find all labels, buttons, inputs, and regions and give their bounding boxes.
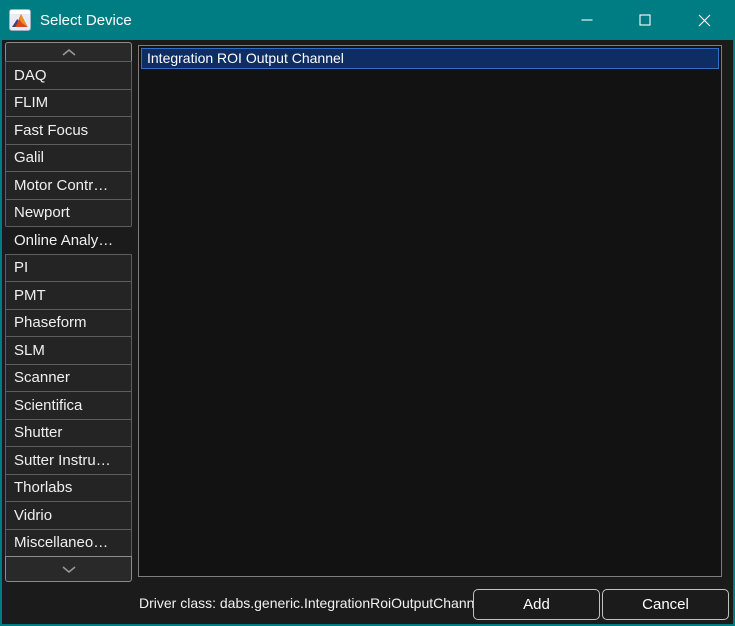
add-button[interactable]: Add (473, 589, 600, 620)
window-controls (558, 0, 733, 40)
tab-scientifica[interactable]: Scientifica (5, 391, 132, 420)
tab-daq[interactable]: DAQ (5, 61, 132, 90)
select-device-window: Select Device DAQ FLIM Fast Focus Galil … (0, 0, 735, 626)
tab-motor-controller[interactable]: Motor Contr… (5, 171, 132, 200)
maximize-icon (639, 14, 651, 26)
tab-pmt[interactable]: PMT (5, 281, 132, 310)
scroll-up-button[interactable] (5, 42, 132, 62)
maximize-button[interactable] (616, 0, 674, 40)
chevron-up-icon (62, 48, 75, 56)
tab-galil[interactable]: Galil (5, 143, 132, 172)
tab-online-analysis[interactable]: Online Analy… (5, 226, 132, 255)
category-tab-group: DAQ FLIM Fast Focus Galil Motor Contr… N… (5, 42, 132, 582)
minimize-icon (581, 19, 593, 21)
tab-fast-focus[interactable]: Fast Focus (5, 116, 132, 145)
tab-scanner[interactable]: Scanner (5, 363, 132, 392)
device-listbox[interactable]: Integration ROI Output Channel (138, 45, 722, 577)
close-button[interactable] (674, 0, 733, 40)
scroll-down-button[interactable] (5, 556, 132, 582)
tab-newport[interactable]: Newport (5, 198, 132, 227)
tab-miscellaneous[interactable]: Miscellaneo… (5, 528, 132, 557)
tab-phaseform[interactable]: Phaseform (5, 308, 132, 337)
titlebar: Select Device (2, 0, 733, 40)
matlab-logo-icon (9, 9, 31, 31)
chevron-down-icon (62, 565, 75, 573)
close-icon (698, 14, 711, 26)
tab-thorlabs[interactable]: Thorlabs (5, 473, 132, 502)
driver-class-label: Driver class: dabs.generic.IntegrationRo… (139, 595, 486, 611)
tab-pi[interactable]: PI (5, 253, 132, 282)
window-title: Select Device (40, 11, 132, 29)
minimize-button[interactable] (558, 0, 616, 40)
tab-vidrio[interactable]: Vidrio (5, 501, 132, 530)
cancel-button[interactable]: Cancel (602, 589, 729, 620)
tab-shutter[interactable]: Shutter (5, 418, 132, 447)
tab-slm[interactable]: SLM (5, 336, 132, 365)
list-item-integration-roi-output-channel[interactable]: Integration ROI Output Channel (141, 48, 719, 69)
tab-flim[interactable]: FLIM (5, 88, 132, 117)
tab-sutter-instruments[interactable]: Sutter Instru… (5, 446, 132, 475)
